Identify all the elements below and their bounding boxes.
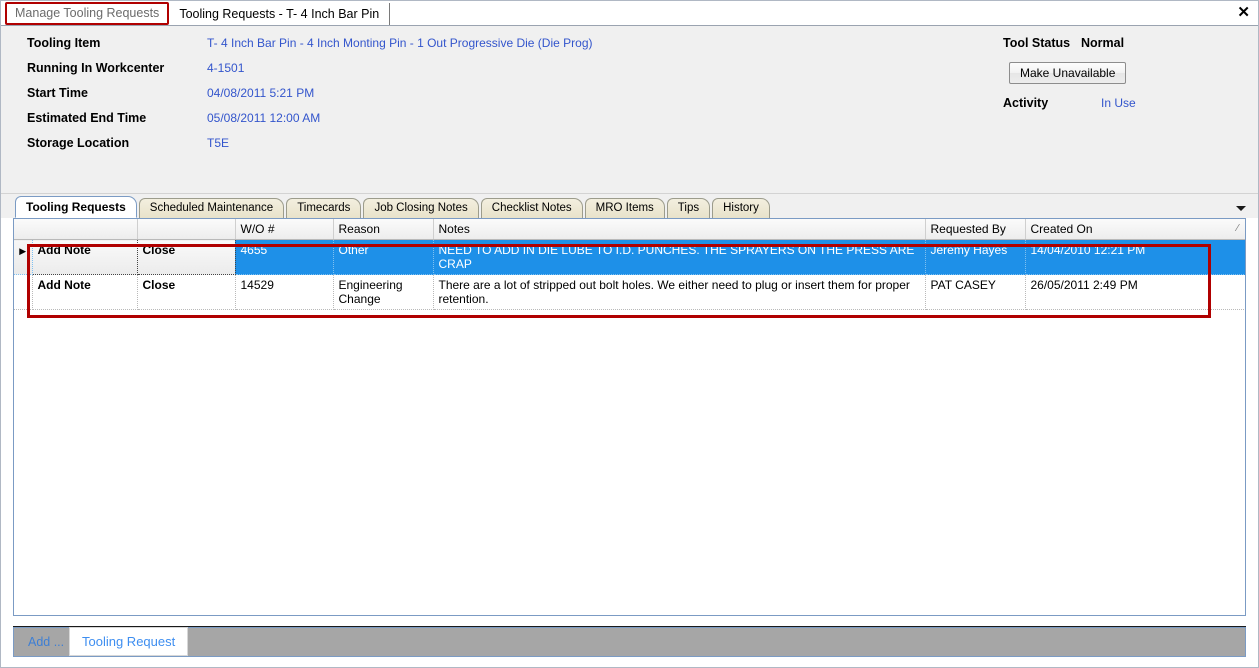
field-value: T5E [207,136,230,150]
tab-label: Timecards [297,202,351,214]
grid-header-wo[interactable]: W/O # [235,219,334,240]
tab-mro-items[interactable]: MRO Items [584,198,665,218]
tab-label: Tooling Requests [26,200,126,214]
grid-header-close[interactable] [137,219,236,240]
field-label: Storage Location [27,136,130,150]
tab-label: Job Closing Notes [374,202,468,214]
tool-status-label: Tool Status [1003,36,1071,50]
cell-created-on: 26/05/2011 2:49 PM [1025,274,1245,310]
cell-requested-by: Jeremy Hayes [925,239,1026,275]
make-unavailable-button[interactable]: Make Unavailable [1009,62,1127,84]
field-label: Start Time [27,86,88,100]
field-label: Running In Workcenter [27,61,165,75]
grid-header-row: W/O # Reason Notes Requested By Created … [14,219,1245,240]
cell-wo: 4655 [235,239,334,275]
grid-header-label: Created On [1030,222,1093,236]
table-row[interactable]: ▶ Add Note Close 4655 Other NEED TO ADD … [14,239,1245,275]
section-tabs: Tooling Requests Scheduled Maintenance T… [15,194,1258,218]
bottom-action-bar: Add ... Tooling Request [13,627,1246,657]
cell-reason: Other [333,239,434,275]
tab-label: Checklist Notes [491,202,572,214]
tooling-info-fields: Tooling Item T- 4 Inch Bar Pin - 4 Inch … [27,36,927,161]
tooling-requests-grid: W/O # Reason Notes Requested By Created … [13,218,1246,616]
tooling-request-popup[interactable]: Tooling Request [69,627,189,656]
field-estimated-end-time: Estimated End Time 05/08/2011 12:00 AM [27,111,927,136]
field-label: Estimated End Time [27,111,147,125]
document-tab-bar: Manage Tooling Requests Tooling Requests… [1,1,1258,26]
row-indicator-cell: ▶ [14,239,33,275]
field-running-in-workcenter: Running In Workcenter 4-1501 [27,61,927,86]
tooling-header-panel: Tooling Item T- 4 Inch Bar Pin - 4 Inch … [1,26,1258,194]
grid-header-created-on[interactable]: Created On ⁄ [1025,219,1245,240]
cell-notes: There are a lot of stripped out bolt hol… [433,274,926,310]
field-value: T- 4 Inch Bar Pin - 4 Inch Monting Pin -… [207,36,593,50]
tab-checklist-notes[interactable]: Checklist Notes [480,198,583,218]
close-request-button[interactable]: Close [137,274,236,310]
row-current-arrow-icon: ▶ [19,246,27,256]
grid-header-add-note[interactable] [32,219,138,240]
activity-label: Activity [1003,96,1049,110]
tab-tips[interactable]: Tips [666,198,711,218]
row-indicator-cell [14,274,33,310]
cell-requested-by: PAT CASEY [925,274,1026,310]
document-tab-label: Manage Tooling Requests [15,6,160,20]
field-start-time: Start Time 04/08/2011 5:21 PM [27,86,927,111]
document-tab-label: Tooling Requests - T- 4 Inch Bar Pin [179,7,380,21]
chevron-down-icon[interactable] [1234,201,1248,215]
tab-history[interactable]: History [712,198,770,218]
close-icon[interactable]: ✕ [1237,4,1250,21]
field-tooling-item: Tooling Item T- 4 Inch Bar Pin - 4 Inch … [27,36,927,61]
tab-tooling-requests[interactable]: Tooling Requests [15,196,137,218]
grid-header-requested-by[interactable]: Requested By [925,219,1026,240]
document-tab-tooling-requests-detail[interactable]: Tooling Requests - T- 4 Inch Bar Pin [169,3,391,25]
cell-created-on: 14/04/2010 12:21 PM [1025,239,1245,275]
grid-header-reason[interactable]: Reason [333,219,434,240]
field-value: 4-1501 [207,61,245,75]
cell-notes: NEED TO ADD IN DIE LUBE TO I.D. PUNCHES.… [433,239,926,275]
close-request-button[interactable]: Close [136,239,236,275]
document-tab-manage-tooling-requests[interactable]: Manage Tooling Requests [5,2,170,25]
application-window: Manage Tooling Requests Tooling Requests… [0,0,1259,668]
tab-label: History [723,202,759,214]
field-storage-location: Storage Location T5E [27,136,927,161]
tab-scheduled-maintenance[interactable]: Scheduled Maintenance [138,198,285,218]
sort-indicator-icon: ⁄ [1236,223,1239,234]
field-label: Tooling Item [27,36,101,50]
activity-value[interactable]: In Use [1101,96,1136,110]
table-row[interactable]: Add Note Close 14529 Engineering Change … [14,274,1245,310]
section-tab-strip: Tooling Requests Scheduled Maintenance T… [1,194,1258,218]
tab-label: Tips [677,202,700,214]
activity-row: Activity In Use [1003,96,1203,121]
tab-label: MRO Items [595,202,654,214]
tool-status-block: Tool Status Normal Make Unavailable Acti… [1003,36,1203,121]
add-link[interactable]: Add ... [14,635,64,649]
tool-status-row: Tool Status Normal [1003,36,1203,61]
add-note-button[interactable]: Add Note [32,274,138,310]
tab-job-closing-notes[interactable]: Job Closing Notes [363,198,479,218]
field-value: 04/08/2011 5:21 PM [207,86,315,100]
tab-label: Scheduled Maintenance [149,202,274,214]
grid-header-gutter [14,219,32,240]
add-note-button[interactable]: Add Note [31,239,138,275]
grid-table: W/O # Reason Notes Requested By Created … [14,219,1245,310]
cell-wo: 14529 [235,274,334,310]
tab-timecards[interactable]: Timecards [286,198,362,218]
tool-status-value: Normal [1081,36,1125,50]
cell-reason: Engineering Change [333,274,434,310]
field-value: 05/08/2011 12:00 AM [207,111,321,125]
grid-header-notes[interactable]: Notes [433,219,926,240]
